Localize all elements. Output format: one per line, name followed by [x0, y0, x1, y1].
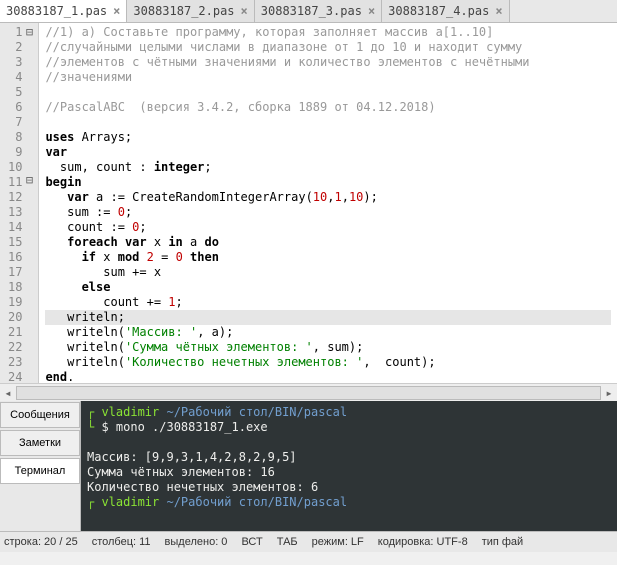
code-line[interactable]: //1) а) Составьте программу, которая зап… [45, 25, 611, 40]
code-line[interactable]: writeln('Сумма чётных элементов: ', sum)… [45, 340, 611, 355]
close-icon[interactable]: × [113, 4, 120, 18]
tab-file[interactable]: 30883187_3.pas × [255, 0, 382, 22]
status-enc: кодировка: UTF-8 [378, 536, 468, 548]
tab-file[interactable]: 30883187_1.pas × [0, 0, 127, 22]
code-editor[interactable]: 123456789101112131415161718192021222324 … [0, 23, 617, 383]
scroll-left-icon[interactable]: ◂ [0, 386, 16, 400]
status-bar: строка: 20 / 25 столбец: 11 выделено: 0 … [0, 531, 617, 552]
status-ftype: тип фай [482, 536, 524, 548]
status-ins: ВСТ [241, 536, 262, 548]
status-line: строка: 20 / 25 [4, 536, 78, 548]
code-line[interactable]: sum := 0; [45, 205, 611, 220]
tab-bar: 30883187_1.pas×30883187_2.pas×30883187_3… [0, 0, 617, 23]
code-line[interactable]: //значениями [45, 70, 611, 85]
code-line[interactable]: end. [45, 370, 611, 383]
status-col: столбец: 11 [92, 536, 151, 548]
scroll-right-icon[interactable]: ▸ [601, 386, 617, 400]
code-line[interactable]: //случайными целыми числами в диапазоне … [45, 40, 611, 55]
terminal-line: ┌ vladimir ~/Рабочий стол/BIN/pascal [87, 495, 611, 510]
code-line[interactable]: //PascalABC (версия 3.4.2, сборка 1889 о… [45, 100, 611, 115]
terminal[interactable]: ┌ vladimir ~/Рабочий стол/BIN/pascal└ $ … [81, 401, 617, 531]
gutter: 123456789101112131415161718192021222324 … [0, 23, 39, 383]
code-line[interactable]: //элементов с чётными значениями и колич… [45, 55, 611, 70]
scroll-track[interactable] [16, 386, 601, 400]
code-line[interactable]: count := 0; [45, 220, 611, 235]
code-line[interactable]: writeln('Массив: ', a); [45, 325, 611, 340]
code-line[interactable]: uses Arrays; [45, 130, 611, 145]
panel-tab[interactable]: Сообщения [0, 402, 80, 428]
code-line[interactable]: count += 1; [45, 295, 611, 310]
tab-label: 30883187_2.pas [133, 4, 234, 18]
code-line[interactable]: else [45, 280, 611, 295]
tab-label: 30883187_4.pas [388, 4, 489, 18]
tab-label: 30883187_3.pas [261, 4, 362, 18]
code-line[interactable]: begin [45, 175, 611, 190]
code-line[interactable]: sum += x [45, 265, 611, 280]
status-tab: ТАБ [277, 536, 298, 548]
horizontal-scrollbar[interactable]: ◂ ▸ [0, 383, 617, 401]
close-icon[interactable]: × [241, 4, 248, 18]
bottom-panel: СообщенияЗаметкиТерминал ┌ vladimir ~/Ра… [0, 401, 617, 531]
code-line[interactable]: foreach var x in a do [45, 235, 611, 250]
terminal-line: ┌ vladimir ~/Рабочий стол/BIN/pascal [87, 405, 611, 420]
code-line[interactable]: var [45, 145, 611, 160]
panel-tab[interactable]: Заметки [0, 430, 80, 456]
code-line[interactable]: if x mod 2 = 0 then [45, 250, 611, 265]
terminal-line: └ $ mono ./30883187_1.exe [87, 420, 611, 435]
tab-file[interactable]: 30883187_2.pas × [127, 0, 254, 22]
code-line[interactable] [45, 85, 611, 100]
status-mode: режим: LF [312, 536, 364, 548]
terminal-line: Сумма чётных элементов: 16 [87, 465, 611, 480]
status-sel: выделено: 0 [165, 536, 228, 548]
close-icon[interactable]: × [495, 4, 502, 18]
code-area[interactable]: //1) а) Составьте программу, которая зап… [39, 23, 617, 383]
tab-file[interactable]: 30883187_4.pas × [382, 0, 509, 22]
terminal-line: Массив: [9,9,3,1,4,2,8,2,9,5] [87, 450, 611, 465]
code-line[interactable]: sum, count : integer; [45, 160, 611, 175]
code-line[interactable]: writeln; [45, 310, 611, 325]
terminal-line: Количество нечетных элементов: 6 [87, 480, 611, 495]
code-line[interactable] [45, 115, 611, 130]
tab-label: 30883187_1.pas [6, 4, 107, 18]
terminal-line [87, 435, 611, 450]
code-line[interactable]: var a := CreateRandomIntegerArray(10,1,1… [45, 190, 611, 205]
close-icon[interactable]: × [368, 4, 375, 18]
panel-tabs: СообщенияЗаметкиТерминал [0, 401, 81, 531]
code-line[interactable]: writeln('Количество нечетных элементов: … [45, 355, 611, 370]
panel-tab[interactable]: Терминал [0, 458, 80, 484]
